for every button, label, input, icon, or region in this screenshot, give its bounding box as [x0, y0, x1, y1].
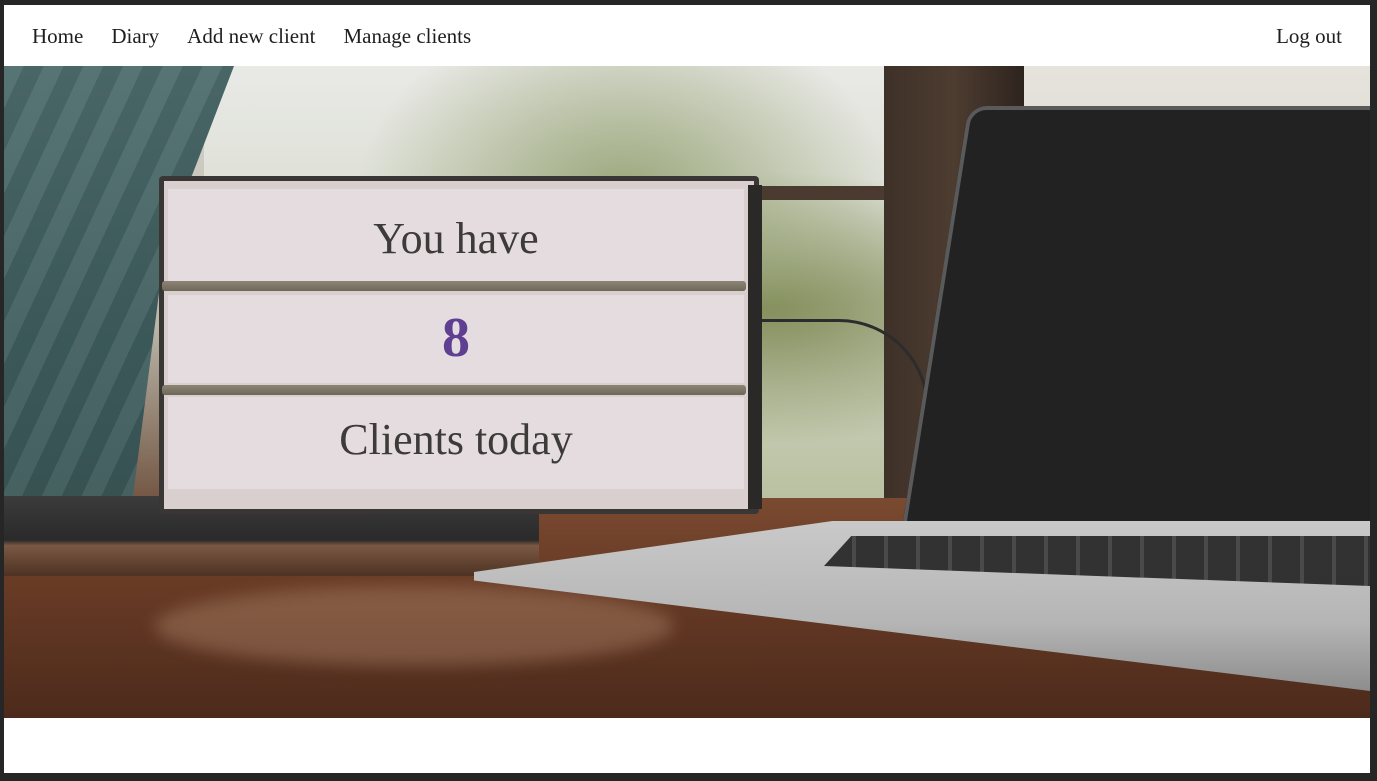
- top-navbar: Home Diary Add new client Manage clients…: [4, 5, 1370, 66]
- nav-home-link[interactable]: Home: [32, 24, 83, 48]
- footer-area: [4, 718, 1370, 773]
- logout-link[interactable]: Log out: [1276, 24, 1342, 48]
- laptop-screen: [899, 106, 1370, 546]
- nav-diary-link[interactable]: Diary: [111, 24, 159, 48]
- lightbox-line-you-have: You have: [168, 189, 744, 281]
- window-mullion: [744, 186, 894, 200]
- lightbox-rail: [162, 281, 746, 291]
- desk-reflection: [154, 586, 674, 666]
- nav-links: Home Diary Add new client Manage clients: [32, 24, 499, 48]
- app-frame: Home Diary Add new client Manage clients…: [4, 5, 1370, 773]
- lightbox-line-clients-today: Clients today: [168, 397, 744, 489]
- nav-manage-clients-link[interactable]: Manage clients: [343, 24, 471, 48]
- client-count-value: 8: [168, 295, 744, 383]
- hero-image: You have 8 Clients today: [4, 66, 1370, 718]
- lightbox-rail: [162, 385, 746, 395]
- lightbox-side-panel: [748, 185, 762, 509]
- nav-add-new-client-link[interactable]: Add new client: [187, 24, 315, 48]
- client-count-lightbox: You have 8 Clients today: [159, 176, 762, 514]
